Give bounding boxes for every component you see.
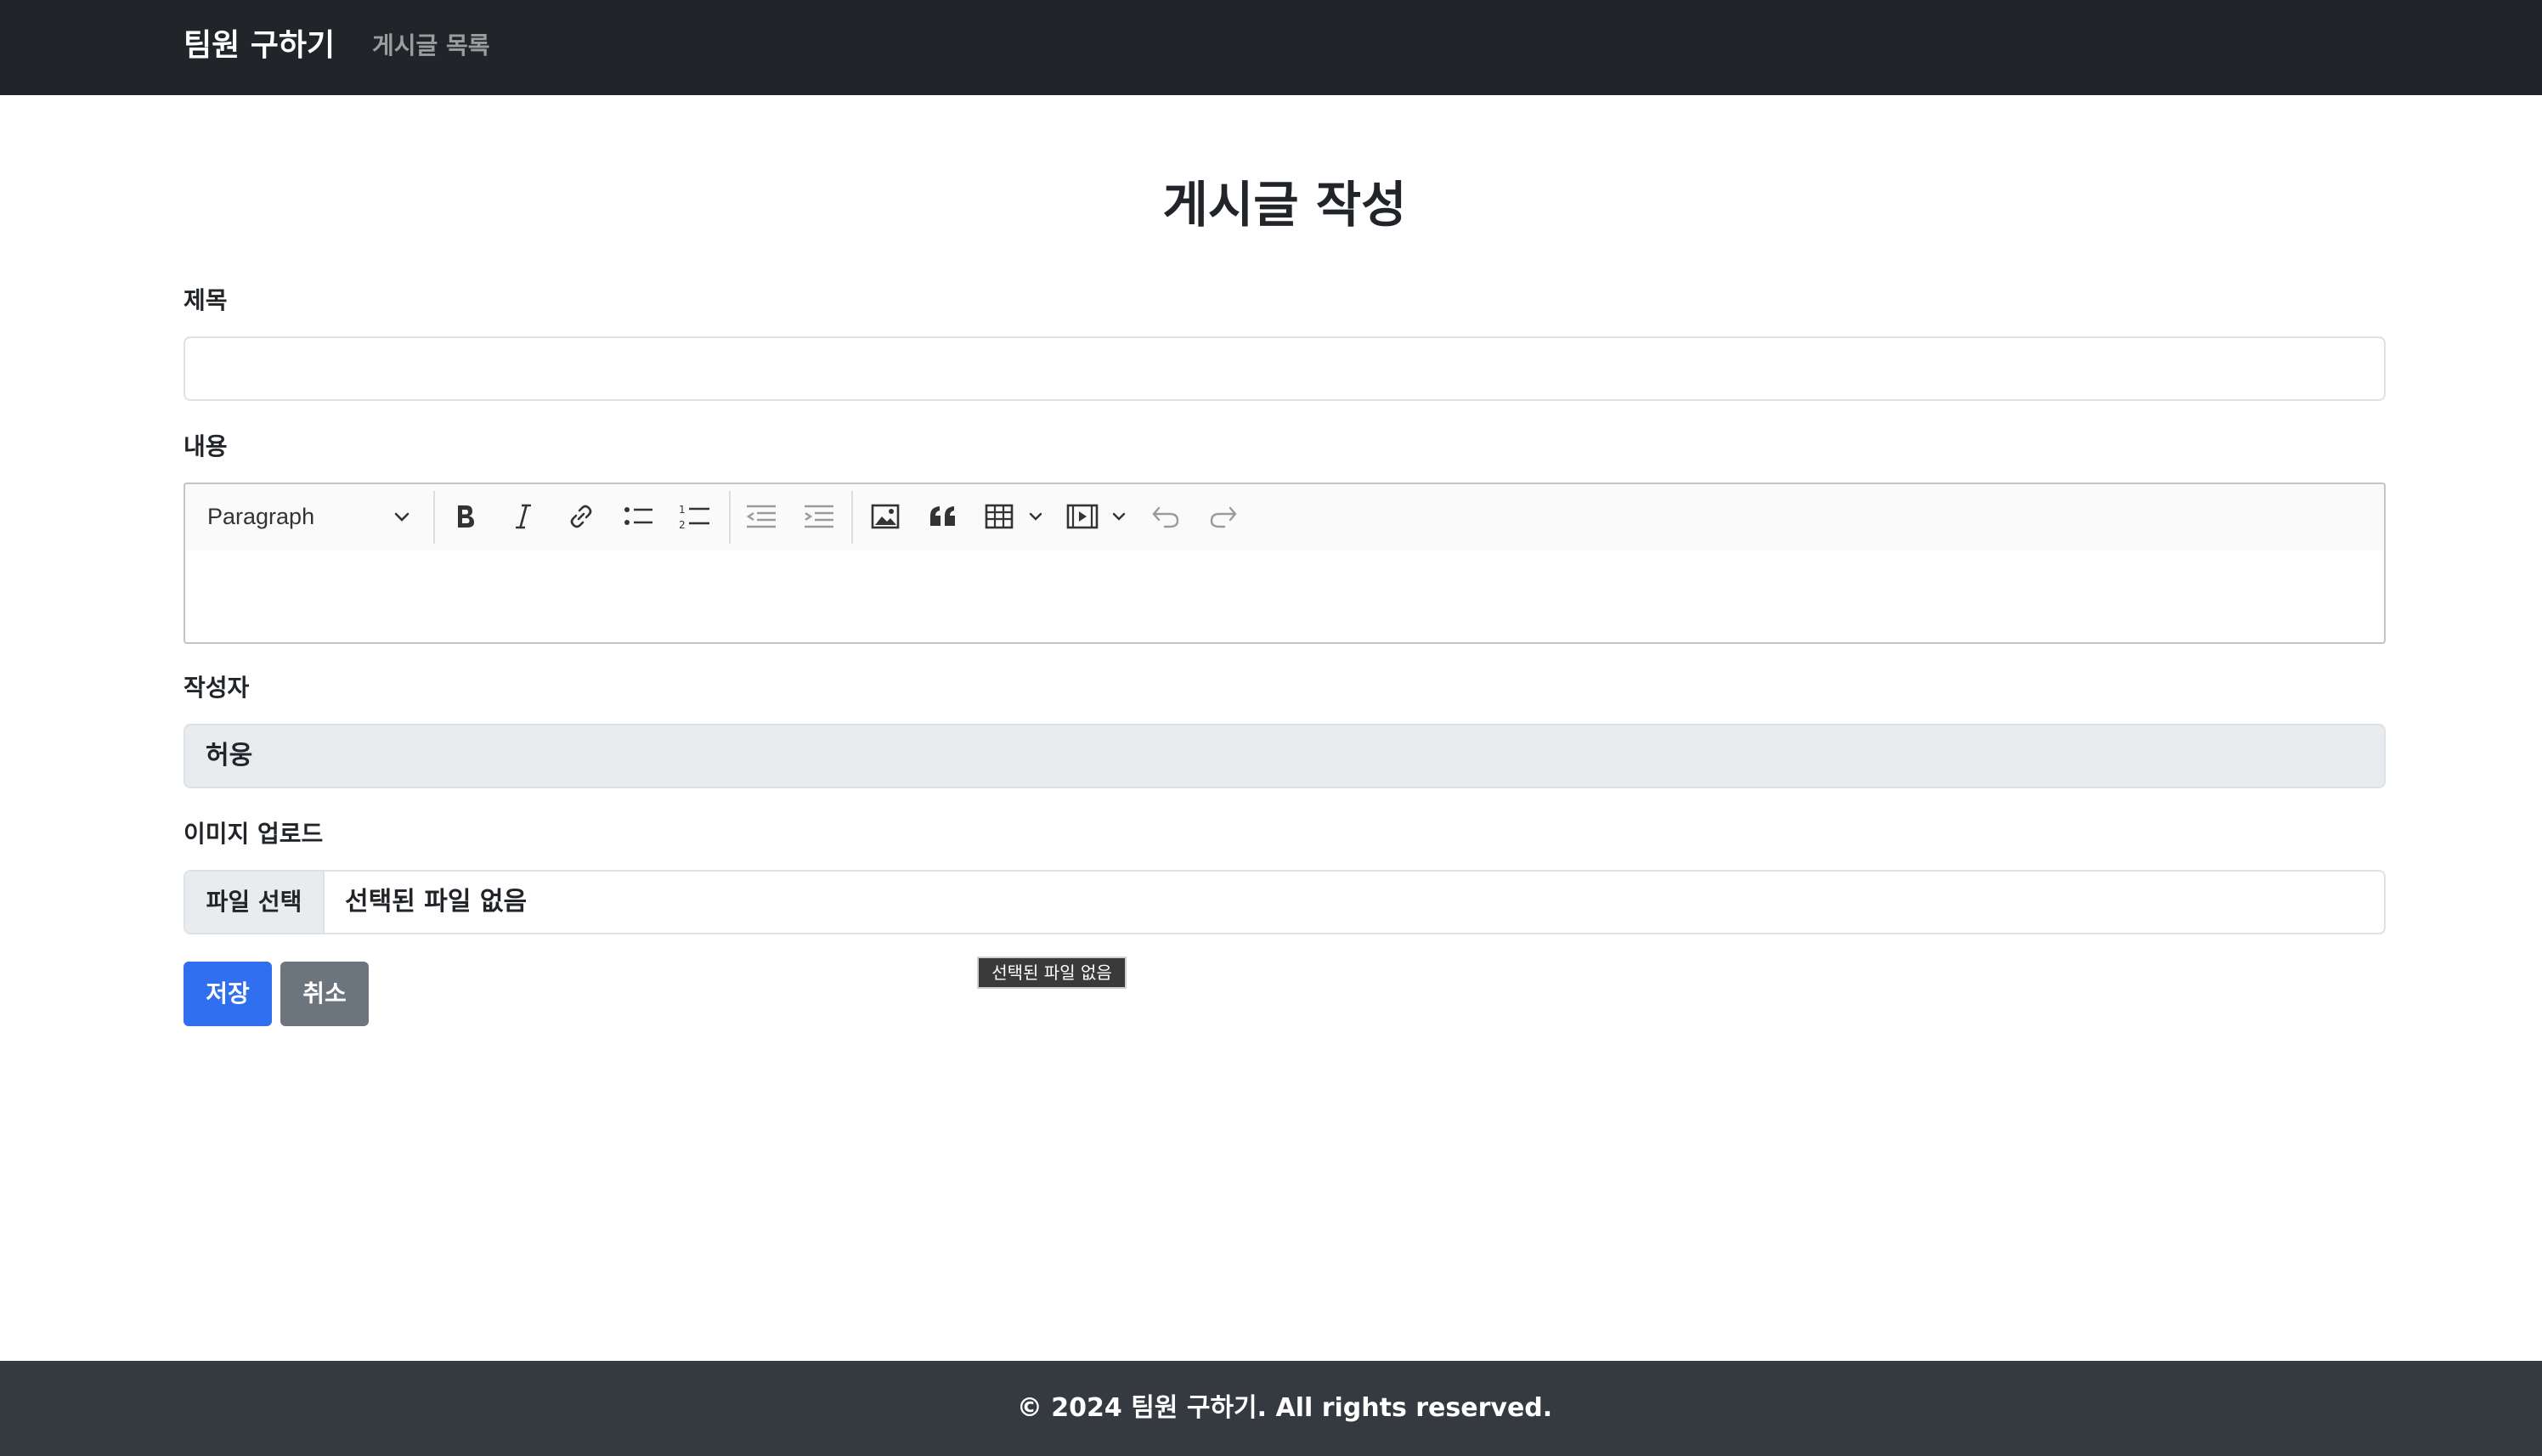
title-input[interactable] xyxy=(184,336,2386,401)
author-label: 작성자 xyxy=(184,674,250,702)
toolbar-separator xyxy=(851,491,853,544)
numbered-list-icon[interactable]: 12 xyxy=(678,494,712,539)
file-input[interactable]: 파일 선택 선택된 파일 없음 xyxy=(184,870,2386,934)
italic-icon[interactable] xyxy=(508,494,539,539)
heading-dropdown[interactable]: Paragraph xyxy=(207,494,420,539)
link-icon[interactable] xyxy=(566,494,596,539)
cancel-button[interactable]: 취소 xyxy=(280,962,369,1026)
file-tooltip: 선택된 파일 없음 xyxy=(977,957,1127,989)
toolbar-separator xyxy=(433,491,435,544)
file-status-text: 선택된 파일 없음 xyxy=(345,887,528,917)
title-label: 제목 xyxy=(184,286,228,314)
bulleted-list-icon[interactable] xyxy=(622,494,656,539)
page-title: 게시글 작성 xyxy=(1162,176,1407,234)
author-field: 허웅 xyxy=(184,724,2386,788)
choose-file-button[interactable]: 파일 선택 xyxy=(185,872,325,933)
media-chevron-down-icon[interactable] xyxy=(1104,494,1133,539)
brand-link[interactable]: 팀원 구하기 xyxy=(184,22,335,70)
nav-link-post-list[interactable]: 게시글 목록 xyxy=(372,27,490,65)
undo-icon[interactable] xyxy=(1149,494,1183,539)
heading-chevron-down-icon[interactable] xyxy=(393,508,411,530)
svg-text:1: 1 xyxy=(679,504,686,516)
indent-icon[interactable] xyxy=(802,494,836,539)
footer: © 2024 팀원 구하기. All rights reserved. xyxy=(0,1361,2542,1456)
image-icon[interactable] xyxy=(868,494,902,539)
blockquote-icon[interactable] xyxy=(926,494,960,539)
svg-text:2: 2 xyxy=(679,519,686,530)
navbar: 팀원 구하기 게시글 목록 xyxy=(0,0,2542,95)
bold-icon[interactable] xyxy=(450,494,481,539)
content-label: 내용 xyxy=(184,432,228,460)
table-chevron-down-icon[interactable] xyxy=(1021,494,1050,539)
footer-copyright: © 2024 팀원 구하기. All rights reserved. xyxy=(1016,1393,1553,1423)
image-upload-label: 이미지 업로드 xyxy=(184,820,324,848)
redo-icon[interactable] xyxy=(1206,494,1240,539)
editor-content-area[interactable] xyxy=(184,550,2386,644)
toolbar-separator xyxy=(729,491,731,544)
outdent-icon[interactable] xyxy=(744,494,778,539)
table-icon[interactable] xyxy=(982,494,1016,539)
save-button[interactable]: 저장 xyxy=(184,962,272,1026)
media-icon[interactable] xyxy=(1065,494,1099,539)
